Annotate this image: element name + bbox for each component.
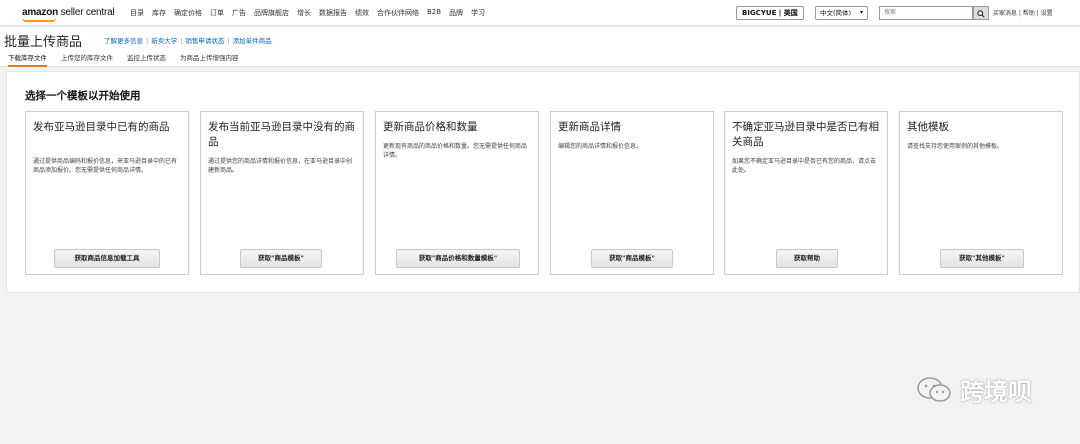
page-header: 批量上传商品 了解更多信息 | 新卖大学 | 销售申请状态 | 添加单件商品 下载库存文件 … — [0, 27, 1080, 67]
main-nav: 目录 库存 确定价格 订单 广告 品牌旗舰店 增长 数据报告 绩效 合作伙伴网络… — [130, 8, 493, 18]
language-select[interactable]: 中文(简体) ▾ — [815, 6, 868, 20]
tab-enhanced-content[interactable]: 为商品上传增强内容 — [180, 51, 239, 67]
nav-item-catalog[interactable]: 目录 — [130, 8, 144, 18]
selling-application-status-link[interactable]: 销售申请状态 — [185, 37, 224, 45]
card-description: 通过提供您的商品详情和报价信息，在亚马逊目录中创建新商品。 — [208, 158, 353, 174]
nav-item-growth[interactable]: 增长 — [297, 8, 311, 18]
link-separator: | — [227, 37, 230, 45]
amazon-seller-central-logo[interactable]: amazon seller central — [22, 7, 115, 18]
link-separator: | — [146, 37, 149, 45]
template-card: 发布亚马逊目录中已有的商品 通过提供商品编码和报价信息，来亚马逊目录中的已有商品… — [25, 111, 189, 275]
amazon-smile-icon — [22, 18, 56, 22]
tab-download-inventory-file[interactable]: 下载库存文件 — [8, 51, 47, 67]
nav-item-reports[interactable]: 数据报告 — [319, 8, 347, 18]
chevron-down-icon: ▾ — [859, 9, 863, 16]
nav-item-performance[interactable]: 绩效 — [355, 8, 369, 18]
page-title: 批量上传商品 — [4, 35, 83, 50]
get-price-quantity-template-button[interactable]: 获取"商品价格和数量模板" — [396, 249, 520, 268]
tab-monitor-upload-status[interactable]: 监控上传状态 — [127, 51, 166, 67]
get-product-template-button[interactable]: 获取"商品模板" — [240, 249, 322, 268]
card-title: 更新商品详情 — [558, 121, 621, 133]
nav-item-brands[interactable]: 品牌 — [449, 8, 463, 18]
template-card: 更新商品详情 编辑您的商品详情和报价信息。 获取"商品模板" — [550, 111, 714, 275]
card-title: 发布亚马逊目录中已有的商品 — [33, 121, 170, 133]
nav-item-pricing[interactable]: 确定价格 — [174, 8, 202, 18]
watermark: 跨境呗 — [916, 372, 1032, 407]
nav-item-advertising[interactable]: 广告 — [232, 8, 246, 18]
nav-item-b2b[interactable]: B2B — [427, 8, 441, 18]
header-links: 了解更多信息 | 新卖大学 | 销售申请状态 | 添加单件商品 — [104, 35, 272, 45]
card-description: 更新现有商品的商品价格和数量。您无需提供任何商品详情。 — [383, 143, 528, 159]
template-card: 不确定亚马逊目录中是否已有相关商品 如果您不确定亚马逊目录中是否已有您的商品，请… — [724, 111, 888, 275]
top-links[interactable]: 买家消息 | 帮助 | 设置 — [993, 8, 1053, 17]
nav-item-learn[interactable]: 学习 — [471, 8, 485, 18]
nav-item-stores[interactable]: 品牌旗舰店 — [254, 8, 289, 18]
template-card: 其他模板 请查找支持您使用案例的其他模板。 获取"其他模板" — [899, 111, 1063, 275]
card-title: 发布当前亚马逊目录中没有的商品 — [208, 121, 355, 148]
nav-item-orders[interactable]: 订单 — [210, 8, 224, 18]
nav-item-partner-network[interactable]: 合作伙伴网络 — [377, 8, 419, 18]
tab-bar: 下载库存文件 上传您的库存文件 监控上传状态 为商品上传增强内容 — [0, 51, 1080, 67]
template-card: 发布当前亚马逊目录中没有的商品 通过提供您的商品详情和报价信息，在亚马逊目录中创… — [200, 111, 364, 275]
card-description: 如果您不确定亚马逊目录中是否已有您的商品，请点击此处。 — [732, 158, 877, 174]
wechat-icon — [917, 376, 951, 402]
card-title: 更新商品价格和数量 — [383, 121, 478, 133]
top-nav-bar: amazon seller central 目录 库存 确定价格 订单 广告 品… — [0, 0, 1080, 26]
search-input[interactable]: 搜索 — [879, 6, 973, 20]
tab-upload-inventory-file[interactable]: 上传您的库存文件 — [61, 51, 113, 67]
get-help-button[interactable]: 获取帮助 — [776, 249, 838, 268]
card-description: 请查找支持您使用案例的其他模板。 — [907, 143, 1004, 150]
card-description: 通过提供商品编码和报价信息，来亚马逊目录中的已有商品添加报价。您无需提供任何商品… — [33, 158, 178, 174]
link-separator: | — [180, 37, 183, 45]
section-title: 选择一个模板以开始使用 — [25, 90, 141, 102]
search-button[interactable] — [973, 6, 989, 20]
card-title: 不确定亚马逊目录中是否已有相关商品 — [732, 121, 879, 148]
store-selector-button[interactable]: BIGCYUE | 美国 — [736, 6, 804, 20]
language-selected: 中文(简体) — [820, 9, 852, 17]
card-description: 编辑您的商品详情和报价信息。 — [558, 143, 643, 150]
template-panel: 选择一个模板以开始使用 发布亚马逊目录中已有的商品 通过提供商品编码和报价信息，… — [6, 71, 1080, 293]
add-single-product-link[interactable]: 添加单件商品 — [233, 37, 272, 45]
learn-more-link[interactable]: 了解更多信息 — [104, 37, 143, 45]
get-product-template-button[interactable]: 获取"商品模板" — [591, 249, 673, 268]
logo-bold: amazon — [22, 7, 59, 18]
get-product-loader-button[interactable]: 获取商品信息加载工具 — [54, 249, 160, 268]
nav-item-inventory[interactable]: 库存 — [152, 8, 166, 18]
search-icon — [977, 10, 985, 18]
card-title: 其他模板 — [907, 121, 949, 133]
logo-light: seller central — [58, 7, 115, 18]
seller-university-link[interactable]: 新卖大学 — [151, 37, 177, 45]
template-card: 更新商品价格和数量 更新现有商品的商品价格和数量。您无需提供任何商品详情。 获取… — [375, 111, 539, 275]
watermark-text: 跨境呗 — [960, 378, 1032, 406]
get-other-template-button[interactable]: 获取"其他模板" — [940, 249, 1024, 268]
